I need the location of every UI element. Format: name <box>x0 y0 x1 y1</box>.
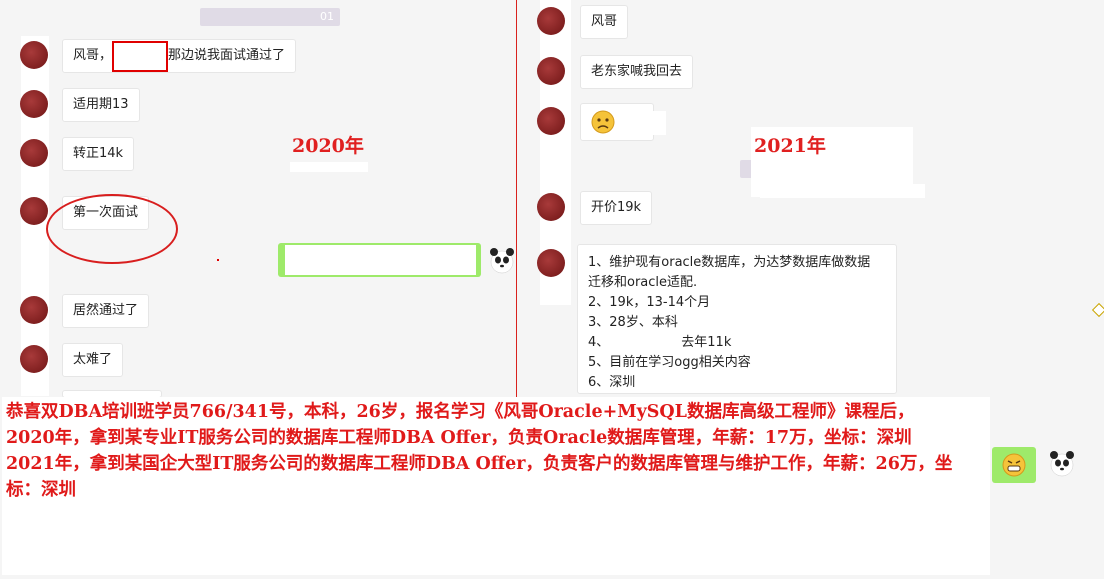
message-text: 太难了 <box>73 352 113 367</box>
year-annotation: 2020年 <box>292 135 364 157</box>
redaction-block <box>652 111 666 135</box>
message-bubble[interactable]: 居然通过了 <box>62 294 150 328</box>
caption-line: 恭喜双DBA培训班学员766/341号，本科，26岁，报名学习《风哥Oracle… <box>6 402 915 422</box>
sent-emoji-bubble[interactable] <box>992 447 1036 483</box>
message-text: 开价19k <box>591 200 642 215</box>
avatar[interactable] <box>537 7 565 35</box>
detail-line: 5、目前在学习ogg相关内容 <box>588 355 751 370</box>
message-text: 适用期13 <box>73 97 129 112</box>
timestamp-tail: 01 <box>320 10 334 23</box>
redaction-highlight-box <box>112 41 168 72</box>
message-text: 风哥 <box>591 14 618 29</box>
detail-line: 2、19k，13-14个月 <box>588 295 711 310</box>
message-bubble[interactable]: 太难了 <box>62 343 124 377</box>
message-bubble[interactable] <box>580 103 654 141</box>
avatar[interactable] <box>20 139 48 167</box>
sad-face-emoji-icon <box>591 110 615 134</box>
message-text: 转正14k <box>73 146 124 161</box>
caption-line: 2020年，拿到某专业IT服务公司的数据库工程师DBA Offer，负责Orac… <box>6 428 912 448</box>
detail-line: 4、 去年11k <box>588 333 886 353</box>
message-bubble[interactable]: 开价19k <box>580 191 653 225</box>
details-message-bubble[interactable]: 1、维护现有oracle数据库，为达梦数据库做数据 迁移和oracle适配. 2… <box>577 244 897 394</box>
sent-message-bubble[interactable] <box>278 243 481 277</box>
message-text: 风哥， <box>73 48 113 63</box>
avatar[interactable] <box>537 107 565 135</box>
message-bubble[interactable]: 老东家喊我回去 <box>580 55 694 89</box>
detail-line: 1、维护现有oracle数据库，为达梦数据库做数据 <box>588 255 871 270</box>
avatar[interactable] <box>20 41 48 69</box>
avatar[interactable] <box>537 249 565 277</box>
redaction-block <box>285 245 476 275</box>
detail-line: 6、深圳 <box>588 375 636 390</box>
year-annotation: 2021年 <box>754 135 826 157</box>
message-bubble[interactable]: 风哥， 那边说我面试通过了 <box>62 39 297 73</box>
avatar[interactable] <box>537 193 565 221</box>
panda-avatar-icon[interactable] <box>487 245 517 275</box>
highlight-ellipse <box>46 194 178 264</box>
message-bubble[interactable]: 转正14k <box>62 137 135 171</box>
timestamp-badge: 01 <box>200 8 340 26</box>
grin-face-emoji-icon <box>1002 453 1026 477</box>
avatar[interactable] <box>20 296 48 324</box>
detail-line: 迁移和oracle适配. <box>588 275 698 290</box>
detail-line-tail: 去年11k <box>681 335 732 350</box>
message-bubble[interactable]: 风哥 <box>580 5 629 39</box>
redaction-block <box>290 162 368 172</box>
avatar[interactable] <box>20 345 48 373</box>
message-text: 居然通过了 <box>73 303 139 318</box>
message-bubble[interactable]: 适用期13 <box>62 88 140 122</box>
annotation-dot <box>217 259 219 261</box>
avatar[interactable] <box>20 90 48 118</box>
avatar[interactable] <box>20 197 48 225</box>
detail-line: 3、28岁、本科 <box>588 315 678 330</box>
panda-avatar-icon[interactable] <box>1047 448 1077 478</box>
redaction-block <box>760 184 925 198</box>
detail-line-prefix: 4、 <box>588 335 610 350</box>
message-text: 那边说我面试通过了 <box>168 48 286 63</box>
avatar[interactable] <box>537 57 565 85</box>
message-text: 老东家喊我回去 <box>591 64 683 79</box>
caption-line: 2021年，拿到某国企大型IT服务公司的数据库工程师DBA Offer，负责客户… <box>6 454 953 500</box>
achievement-caption: 恭喜双DBA培训班学员766/341号，本科，26岁，报名学习《风哥Oracle… <box>2 397 990 575</box>
